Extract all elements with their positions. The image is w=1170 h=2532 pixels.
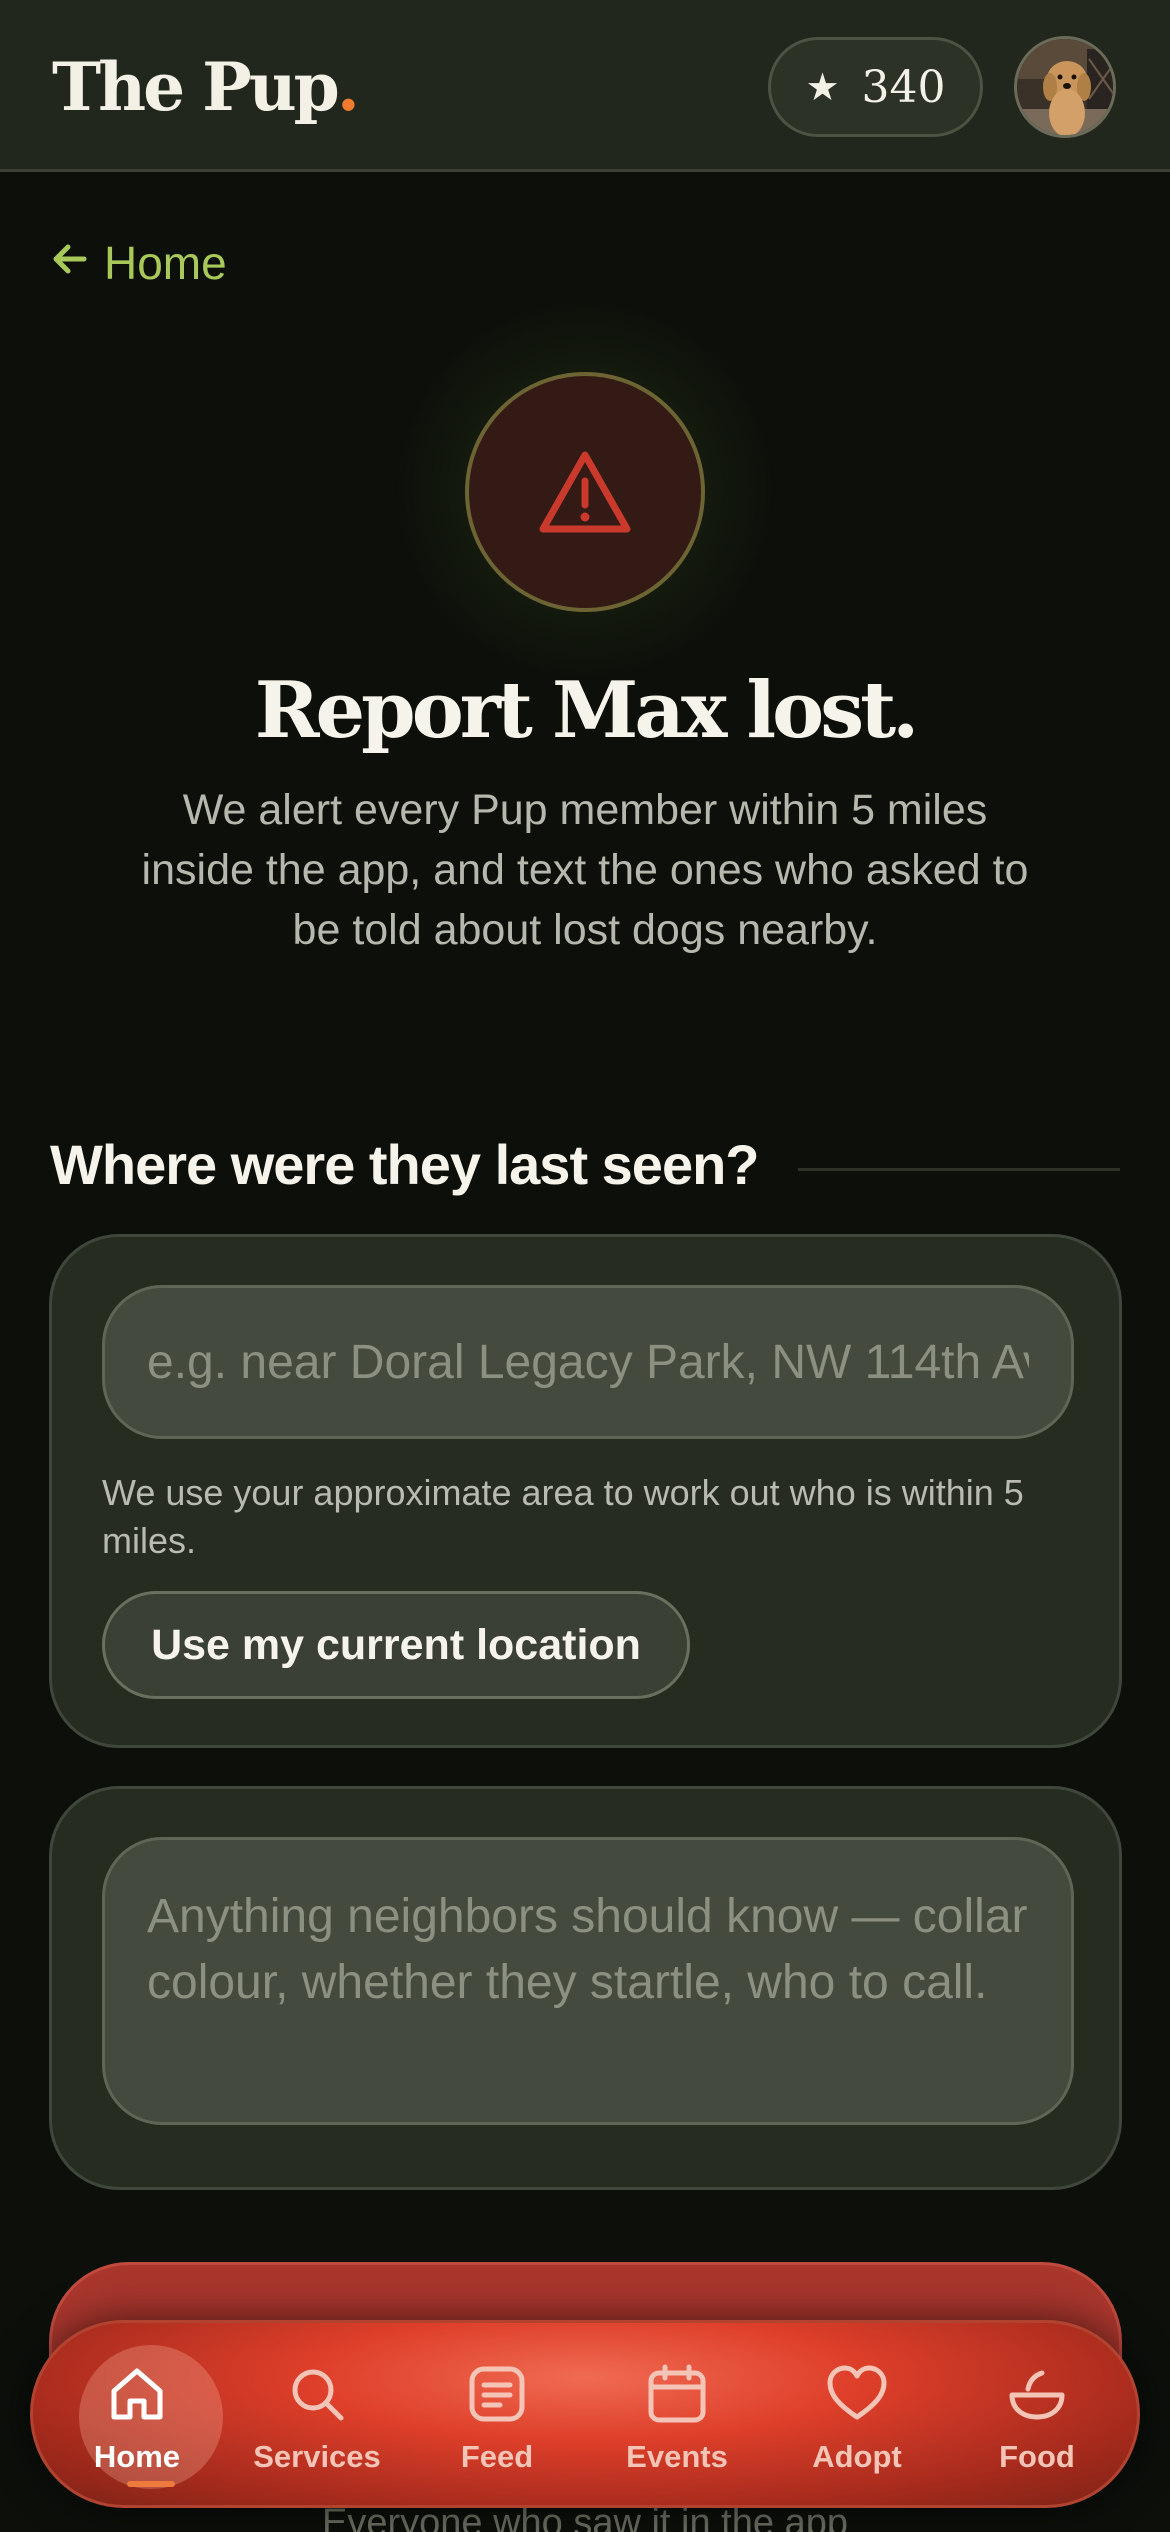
location-input[interactable]: [102, 1285, 1074, 1439]
calendar-icon: [648, 2364, 706, 2423]
points-value: 340: [861, 61, 946, 113]
nav-item-food[interactable]: Food: [947, 2323, 1127, 2511]
star-icon: ★: [805, 66, 840, 109]
use-current-location-button[interactable]: Use my current location: [102, 1591, 690, 1699]
location-card: We use your approximate area to work out…: [49, 1234, 1122, 1748]
nav-label-feed: Feed: [460, 2439, 534, 2474]
nav-label-events: Events: [626, 2439, 728, 2474]
arrow-left-icon: [50, 236, 90, 290]
nav-label-home: Home: [93, 2439, 181, 2474]
notes-textarea[interactable]: [102, 1837, 1074, 2125]
notes-card: [49, 1786, 1122, 2190]
points-badge[interactable]: ★ 340: [768, 37, 983, 137]
section-divider: [798, 1168, 1120, 1171]
avatar-dog-image: [1017, 39, 1113, 135]
nav-item-home[interactable]: Home: [47, 2323, 227, 2511]
location-help-text: We use your approximate area to work out…: [102, 1472, 1024, 1561]
nav-label-food: Food: [999, 2439, 1075, 2474]
nav-item-events[interactable]: Events: [587, 2323, 767, 2511]
back-link-label: Home: [104, 237, 227, 289]
nav-label-adopt: Adopt: [812, 2439, 902, 2474]
warning-badge: [465, 372, 705, 612]
nav-label-services: Services: [253, 2439, 381, 2474]
feed-icon: [469, 2366, 525, 2422]
logo-dot: .: [336, 48, 360, 126]
nav-item-adopt[interactable]: Adopt: [767, 2323, 947, 2511]
back-home-link[interactable]: Home: [50, 236, 227, 290]
heart-icon: [827, 2365, 887, 2420]
page-title: Report Max lost.: [254, 665, 920, 756]
nav-item-services[interactable]: Services: [227, 2323, 407, 2511]
nav-active-underline: [127, 2481, 175, 2487]
bottom-nav: Home Services Feed Events Adopt Food: [30, 2320, 1140, 2508]
bowl-icon: [1009, 2370, 1065, 2420]
avatar[interactable]: [1014, 36, 1116, 138]
nav-item-feed[interactable]: Feed: [407, 2323, 587, 2511]
warning-triangle-icon: [539, 451, 631, 533]
search-icon: [292, 2369, 344, 2421]
page-subtitle: We alert every Pup member within 5 miles…: [141, 786, 1029, 954]
app-logo[interactable]: The Pup.: [52, 48, 360, 126]
last-seen-heading: Where were they last seen?: [50, 1133, 760, 1196]
home-icon: [111, 2368, 163, 2420]
top-bar: The Pup. ★ 340: [0, 0, 1170, 172]
